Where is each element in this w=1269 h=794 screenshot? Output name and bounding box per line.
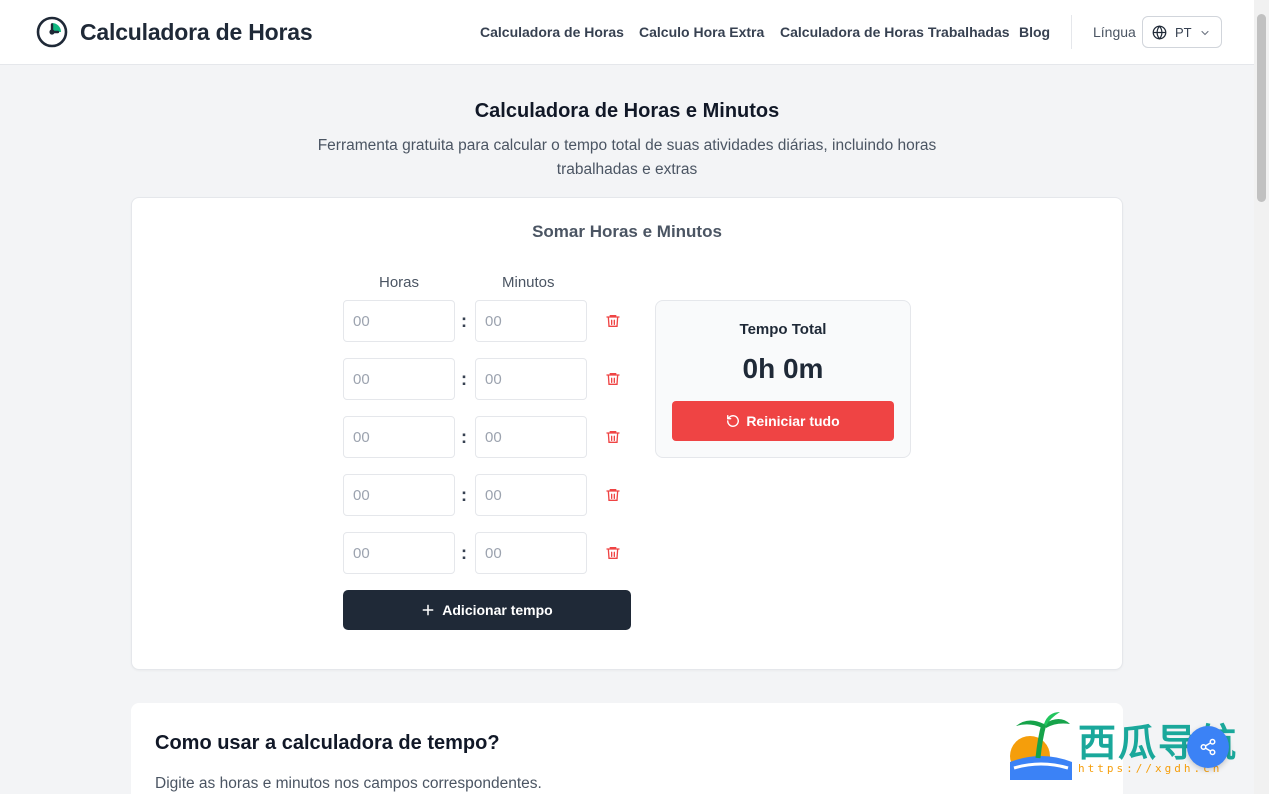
time-row: : (343, 474, 633, 516)
how-to-section: Como usar a calculadora de tempo? Digite… (131, 703, 1123, 794)
palm-island-icon (1010, 712, 1072, 780)
language-select[interactable]: PT (1142, 16, 1222, 48)
trash-icon[interactable] (605, 371, 621, 387)
total-label: Tempo Total (739, 321, 827, 338)
minutes-column-label: Minutos (502, 274, 555, 291)
hours-input[interactable] (343, 300, 455, 342)
minutes-input[interactable] (475, 300, 587, 342)
add-time-button[interactable]: Adicionar tempo (343, 590, 631, 630)
add-time-label: Adicionar tempo (442, 602, 553, 618)
scrollbar-thumb[interactable] (1257, 14, 1266, 202)
total-value: 0h 0m (742, 353, 824, 384)
trash-icon[interactable] (605, 429, 621, 445)
language-label: Língua (1093, 24, 1136, 40)
minutes-input[interactable] (475, 358, 587, 400)
minutes-input[interactable] (475, 416, 587, 458)
trash-icon[interactable] (605, 313, 621, 329)
share-button[interactable] (1187, 726, 1229, 768)
clock-icon (36, 16, 68, 48)
reset-all-label: Reiniciar tudo (746, 413, 840, 429)
page-title: Calculadora de Horas e Minutos (474, 100, 780, 122)
site-name: Calculadora de Horas (80, 18, 313, 45)
nav-link-calculo-hora-extra[interactable]: Calculo Hora Extra (639, 24, 764, 40)
time-row: : (343, 416, 633, 458)
nav-link-calculadora-horas[interactable]: Calculadora de Horas (480, 24, 624, 40)
globe-icon (1152, 24, 1167, 40)
time-separator: : (461, 427, 467, 447)
trash-icon[interactable] (605, 487, 621, 503)
minutes-input[interactable] (475, 474, 587, 516)
chevron-down-icon (1201, 30, 1209, 36)
hours-input[interactable] (343, 474, 455, 516)
time-row: : (343, 358, 633, 400)
plus-icon (422, 604, 434, 616)
site-logo-link[interactable]: Calculadora de Horas (36, 16, 313, 48)
nav-divider (1071, 15, 1072, 49)
language-code: PT (1175, 24, 1192, 40)
time-row: : (343, 532, 633, 574)
rotate-ccw-icon (727, 415, 740, 427)
page-scrollbar[interactable] (1254, 0, 1269, 794)
hours-column-label: Horas (379, 274, 420, 291)
site-header: Calculadora de Horas Calculadora de Hora… (0, 0, 1254, 65)
calculator-card: Somar Horas e Minutos Horas Minutos : : … (131, 197, 1123, 670)
page-subtitle: Ferramenta gratuita para calcular o temp… (317, 137, 937, 178)
how-to-text: Digite as horas e minutos nos campos cor… (155, 775, 542, 792)
time-separator: : (461, 311, 467, 331)
total-panel: Tempo Total 0h 0m Reiniciar tudo (655, 300, 911, 458)
time-separator: : (461, 543, 467, 563)
hours-input[interactable] (343, 358, 455, 400)
trash-icon[interactable] (605, 545, 621, 561)
reset-all-button[interactable]: Reiniciar tudo (672, 401, 894, 441)
share-icon (1200, 738, 1216, 756)
minutes-input[interactable] (475, 532, 587, 574)
time-separator: : (461, 485, 467, 505)
calculator-title: Somar Horas e Minutos (532, 222, 722, 241)
time-row: : (343, 300, 633, 342)
nav-link-blog[interactable]: Blog (1019, 24, 1050, 40)
how-to-title: Como usar a calculadora de tempo? (155, 732, 500, 754)
hours-input[interactable] (343, 532, 455, 574)
hours-input[interactable] (343, 416, 455, 458)
nav-link-horas-trabalhadas[interactable]: Calculadora de Horas Trabalhadas (780, 24, 1010, 40)
time-separator: : (461, 369, 467, 389)
